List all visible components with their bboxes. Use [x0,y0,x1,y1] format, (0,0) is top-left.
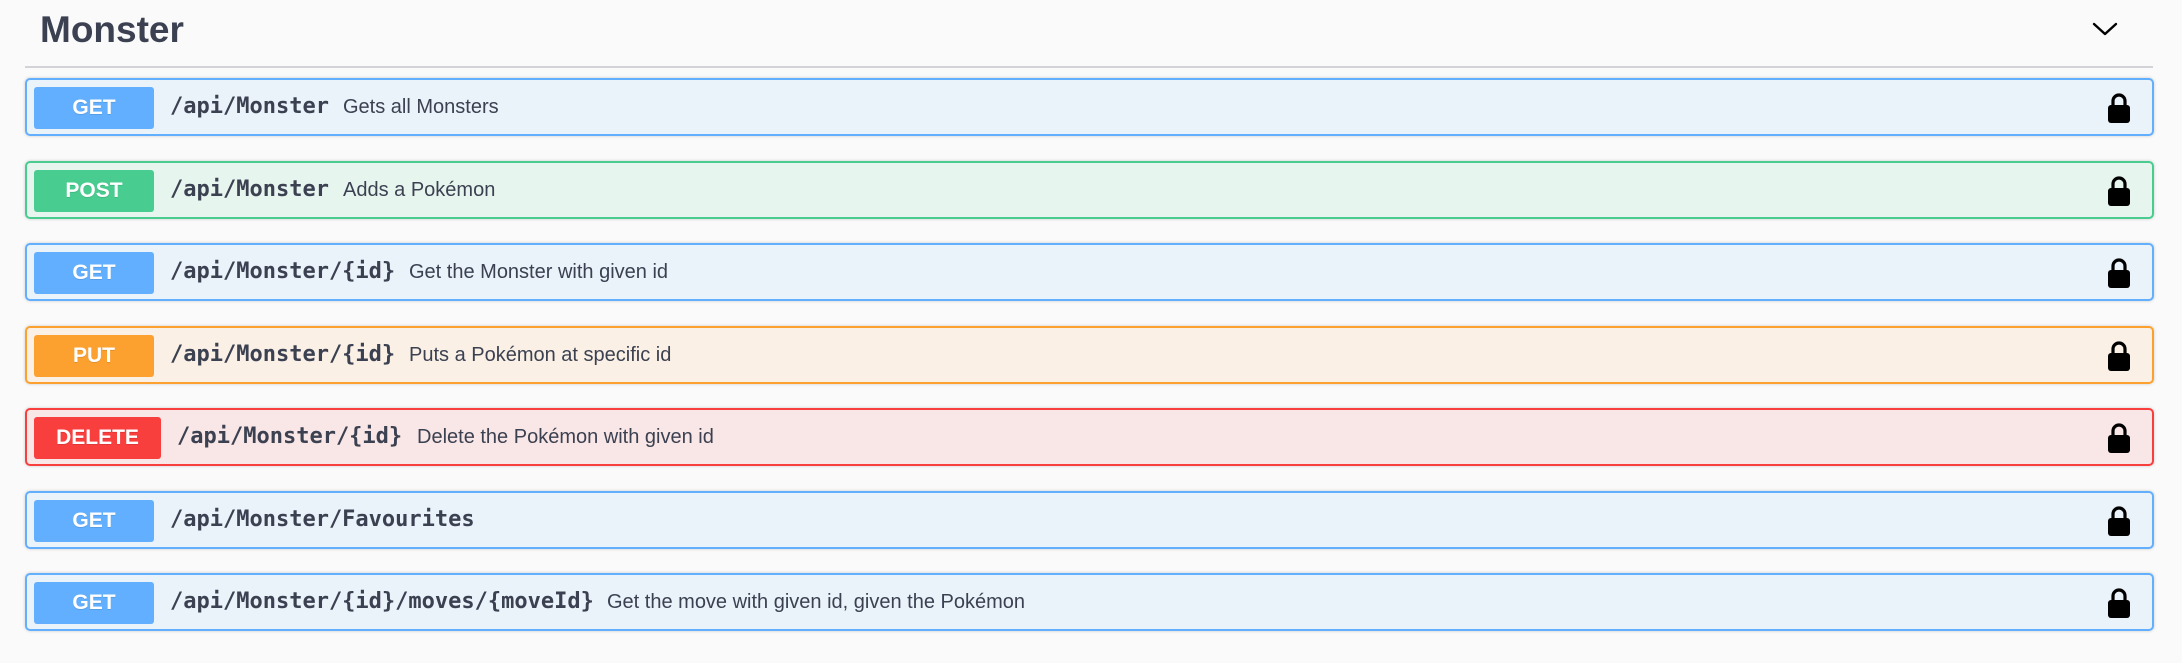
tag-section-header[interactable]: Monster [25,0,2153,68]
lock-icon[interactable] [2105,257,2133,289]
method-badge: PUT [34,335,154,377]
operation-get-monsters[interactable]: GET /api/Monster Gets all Monsters [25,78,2154,136]
tag-title[interactable]: Monster [40,8,184,52]
operation-delete-monster-by-id[interactable]: DELETE /api/Monster/{id} Delete the Poké… [25,408,2154,466]
operation-path[interactable]: /api/Monster/{id}/moves/{moveId} [170,575,594,629]
operation-path[interactable]: /api/Monster/{id} [170,328,395,382]
operation-summary: Get the move with given id, given the Po… [607,591,1026,613]
lock-icon[interactable] [2105,92,2133,124]
operation-post-monster[interactable]: POST /api/Monster Adds a Pokémon [25,161,2154,219]
lock-icon[interactable] [2105,505,2133,537]
method-badge: GET [34,252,154,294]
operation-summary: Get the Monster with given id [409,261,669,283]
method-badge: GET [34,87,154,129]
operation-get-move-by-id[interactable]: GET /api/Monster/{id}/moves/{moveId} Get… [25,573,2154,631]
operation-summary: Gets all Monsters [343,96,499,118]
operation-path[interactable]: /api/Monster/{id} [170,245,395,299]
method-badge: POST [34,170,154,212]
chevron-down-icon[interactable] [2085,14,2125,46]
operation-put-monster-by-id[interactable]: PUT /api/Monster/{id} Puts a Pokémon at … [25,326,2154,384]
operation-path[interactable]: /api/Monster/Favourites [170,493,475,547]
operation-path[interactable]: /api/Monster [170,163,329,217]
operation-summary: Adds a Pokémon [343,179,496,201]
method-badge: GET [34,582,154,624]
operation-summary: Puts a Pokémon at specific id [409,344,672,366]
lock-icon[interactable] [2105,175,2133,207]
lock-icon[interactable] [2105,340,2133,372]
method-badge: DELETE [34,417,161,459]
lock-icon[interactable] [2105,587,2133,619]
method-badge: GET [34,500,154,542]
operation-get-favourites[interactable]: GET /api/Monster/Favourites [25,491,2154,549]
operation-summary: Delete the Pokémon with given id [417,426,714,448]
operation-path[interactable]: /api/Monster/{id} [177,410,402,464]
operation-path[interactable]: /api/Monster [170,80,329,134]
lock-icon[interactable] [2105,422,2133,454]
operation-get-monster-by-id[interactable]: GET /api/Monster/{id} Get the Monster wi… [25,243,2154,301]
